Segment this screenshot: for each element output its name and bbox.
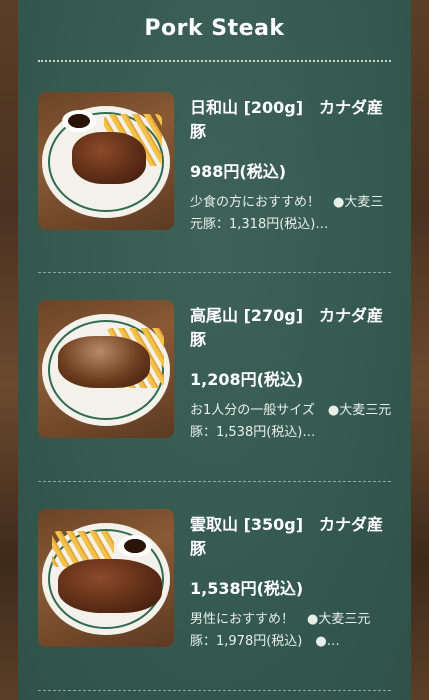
menu-item-price: 1,208円(税込): [190, 370, 304, 389]
menu-item[interactable]: 高尾山 [270g] カナダ産豚 1,208円(税込) お1人分の一般サイズ ●…: [18, 300, 411, 480]
section-title: Pork Steak: [144, 16, 285, 41]
menu-item-name[interactable]: 日和山 [200g] カナダ産豚: [190, 96, 395, 144]
menu-item-photo[interactable]: [38, 300, 174, 438]
menu-item-price: 1,538円(税込): [190, 579, 304, 598]
menu-item-photo[interactable]: [38, 92, 174, 230]
menu-board: Pork Steak 日和山 [200g] カナダ産豚 988円(税込) 少食の…: [18, 0, 411, 700]
menu-item-description: 男性におすすめ！ ●大麦三元豚：1,978円(税込) ●…: [190, 612, 371, 649]
menu-item-name[interactable]: 雲取山 [350g] カナダ産豚: [190, 513, 395, 561]
wood-frame-right: [411, 0, 429, 700]
item-divider: [38, 481, 391, 482]
menu-item-name[interactable]: 高尾山 [270g] カナダ産豚: [190, 304, 395, 352]
steak-image: [72, 132, 146, 184]
wood-frame-left: [0, 0, 18, 700]
item-divider: [38, 272, 391, 273]
sauce-cup-image: [118, 535, 152, 557]
menu-item-description: 少食の方におすすめ！ ●大麦三元豚：1,318円(税込)…: [190, 195, 384, 232]
menu-item-description: お1人分の一般サイズ ●大麦三元豚：1,538円(税込)…: [190, 403, 392, 440]
title-divider: [38, 60, 391, 62]
menu-item[interactable]: 日和山 [200g] カナダ産豚 988円(税込) 少食の方におすすめ！ ●大麦…: [18, 92, 411, 272]
item-divider: [38, 690, 391, 691]
sauce-cup-image: [62, 110, 96, 132]
menu-item[interactable]: 雲取山 [350g] カナダ産豚 1,538円(税込) 男性におすすめ！ ●大麦…: [18, 509, 411, 689]
steak-image: [58, 559, 162, 613]
menu-item-photo[interactable]: [38, 509, 174, 647]
menu-item-price: 988円(税込): [190, 162, 287, 181]
steak-image: [58, 336, 150, 388]
